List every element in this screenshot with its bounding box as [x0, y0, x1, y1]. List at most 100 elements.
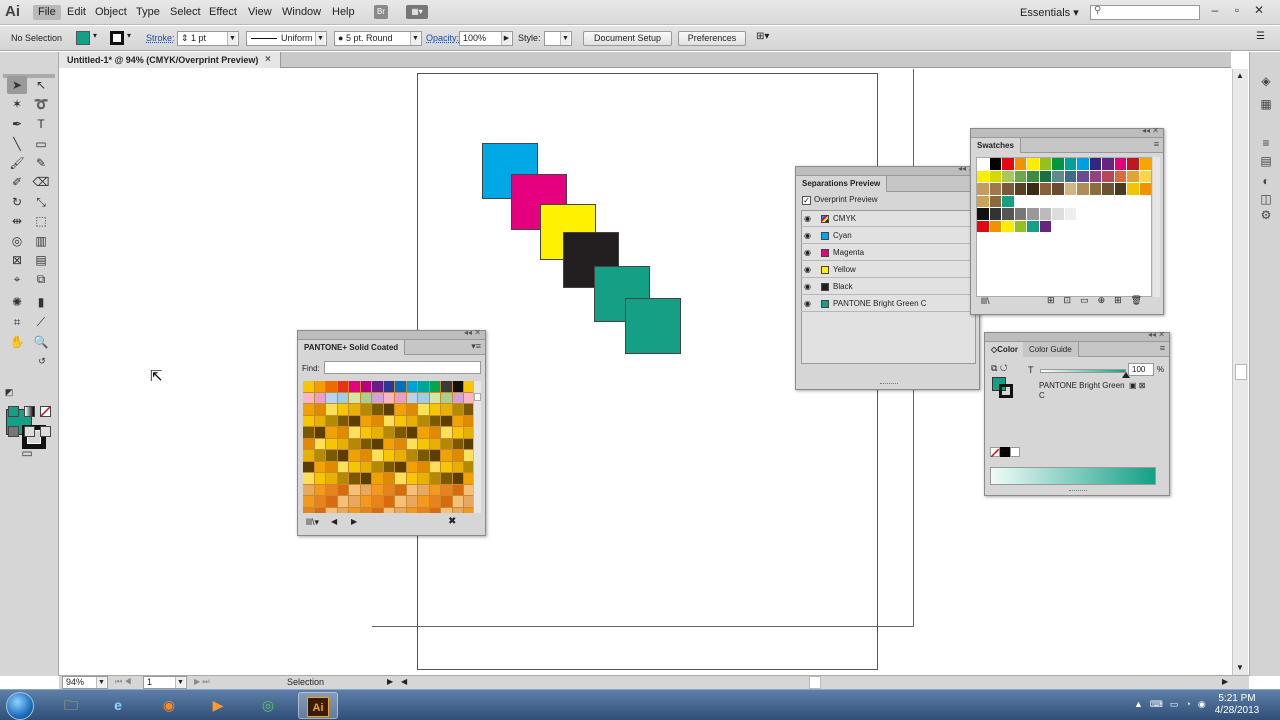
overprint-preview-checkbox[interactable]: ✓ [802, 196, 811, 205]
swatch-cell[interactable] [383, 507, 394, 513]
swatch-cell[interactable] [326, 496, 337, 507]
swatch-cell[interactable] [360, 415, 371, 426]
swatch-cell[interactable] [337, 427, 348, 438]
chevron-down-icon[interactable]: ▼ [560, 32, 570, 45]
menu-help[interactable]: Help [327, 5, 360, 20]
swatch-cell[interactable] [372, 392, 383, 403]
swatch-cell[interactable] [372, 415, 383, 426]
explorer-icon[interactable]: 🗀 [51, 692, 91, 719]
swatch-cell[interactable] [1052, 183, 1064, 195]
swatch-cell[interactable] [406, 450, 417, 461]
graphic-styles-icon[interactable]: ⚙ [1259, 208, 1273, 222]
graphic-style-select[interactable]: ▼ [544, 31, 572, 46]
swatch-cell[interactable] [406, 438, 417, 449]
first-artboard-icon[interactable]: ⏮ ◀ [115, 677, 132, 687]
swatch-cell[interactable] [360, 381, 371, 392]
swatch-cell[interactable] [452, 392, 463, 403]
swatch-cell[interactable] [1089, 195, 1101, 207]
swatch-cell[interactable] [1114, 158, 1126, 170]
swatch-cell[interactable] [1127, 220, 1139, 232]
swatch-cell[interactable] [383, 461, 394, 472]
vertical-scroll-thumb[interactable] [1235, 364, 1247, 380]
swatch-cell[interactable] [1027, 158, 1039, 170]
artboard-tool-icon[interactable]: ⌗ [7, 313, 27, 331]
swatch-cell[interactable] [337, 484, 348, 495]
panel-drag-bar[interactable]: ◂◂ ✕ [985, 330, 1169, 342]
swatch-cell[interactable] [337, 507, 348, 513]
last-artboard-icon[interactable]: ▶ ⏭ [194, 677, 210, 687]
swatch-cell[interactable] [360, 438, 371, 449]
panel-drag-bar[interactable]: ◂◂ ✕ [971, 126, 1163, 138]
swatch-cell[interactable] [395, 496, 406, 507]
swatch-cell[interactable] [1089, 158, 1101, 170]
swatch-cell[interactable] [337, 461, 348, 472]
swatch-cell[interactable] [1027, 208, 1039, 220]
swatches-scrollbar[interactable] [1153, 157, 1160, 297]
swatch-cell[interactable] [360, 484, 371, 495]
swatch-cell[interactable] [337, 415, 348, 426]
swatch-cell[interactable] [303, 404, 314, 415]
swatch-cell[interactable] [303, 507, 314, 513]
stroke-label[interactable]: Stroke: [146, 33, 175, 43]
swatch-cell[interactable] [452, 484, 463, 495]
swatch-cell[interactable] [314, 484, 325, 495]
swatch-cell[interactable] [1089, 183, 1101, 195]
swatch-cell[interactable] [395, 415, 406, 426]
swatches-panel-title[interactable]: Swatches [971, 138, 1021, 153]
swatch-cell[interactable] [1077, 183, 1089, 195]
collapse-panel-icon[interactable]: ◂◂ ✕ [1148, 330, 1165, 339]
swatch-cell[interactable] [452, 496, 463, 507]
swatch-cell[interactable] [303, 484, 314, 495]
swatch-cell[interactable] [464, 427, 473, 438]
swatch-cell[interactable] [452, 461, 463, 472]
gradient-tool-icon[interactable]: ▤ [31, 251, 51, 269]
swatch-cell[interactable] [372, 484, 383, 495]
tab-color[interactable]: ◇Color [985, 342, 1026, 357]
swatch-cell[interactable] [314, 438, 325, 449]
sep-row-magenta[interactable]: ◉ Magenta [801, 245, 975, 261]
document-tab[interactable]: Untitled-1* @ 94% (CMYK/Overprint Previe… [59, 52, 281, 68]
fill-swatch[interactable] [76, 31, 90, 45]
swatch-cell[interactable] [326, 427, 337, 438]
swatch-cell[interactable] [395, 507, 406, 513]
chrome-icon[interactable]: ◎ [248, 692, 288, 719]
swatch-cell[interactable] [452, 507, 463, 513]
none-color-icon[interactable] [990, 447, 1000, 458]
menu-effect[interactable]: Effect [204, 5, 242, 20]
hand-tool-icon[interactable]: ✋ [7, 333, 27, 351]
swatch-libraries-menu-icon[interactable]: lll\▾ [306, 517, 319, 528]
swatch-cell[interactable] [337, 381, 348, 392]
swatch-cell[interactable] [1052, 195, 1064, 207]
swatch-cell[interactable] [1114, 208, 1126, 220]
panel-menu-icon[interactable]: ≡ [1154, 138, 1159, 151]
swatch-cell[interactable] [349, 507, 360, 513]
swatch-cell[interactable] [441, 392, 452, 403]
swatch-cell[interactable] [441, 484, 452, 495]
chevron-down-icon[interactable]: ▼ [96, 677, 106, 688]
swatch-cell[interactable] [464, 461, 473, 472]
status-menu-icon[interactable]: ▶ [387, 677, 393, 686]
eye-icon[interactable]: ◉ [804, 211, 811, 226]
delete-swatch-icon[interactable]: ✖ [448, 516, 456, 527]
swatch-cell[interactable] [1114, 195, 1126, 207]
swatch-cell[interactable] [395, 381, 406, 392]
swatch-cell[interactable] [464, 392, 473, 403]
scroll-left-icon[interactable]: ◀ [401, 677, 407, 686]
swatch-cell[interactable] [395, 438, 406, 449]
swatch-cell[interactable] [360, 450, 371, 461]
swatch-cell[interactable] [1077, 158, 1089, 170]
swatch-cell[interactable] [1077, 220, 1089, 232]
swatch-cell[interactable] [1077, 170, 1089, 182]
opacity-field[interactable]: 100% ▶ [459, 31, 513, 46]
mesh-tool-icon[interactable]: ⊠ [7, 251, 27, 269]
swatch-cell[interactable] [406, 415, 417, 426]
color-panel-icon[interactable]: ◈ [1259, 74, 1273, 88]
swatch-cell[interactable] [372, 461, 383, 472]
resize-grip-icon[interactable] [880, 383, 898, 386]
swatch-cell[interactable] [383, 381, 394, 392]
chevron-down-icon[interactable]: ▼ [227, 32, 237, 45]
magic-wand-tool-icon[interactable]: ✶ [7, 95, 27, 113]
swatch-cell[interactable] [1039, 183, 1051, 195]
swatch-cell[interactable] [326, 450, 337, 461]
swatch-cell[interactable] [303, 438, 314, 449]
